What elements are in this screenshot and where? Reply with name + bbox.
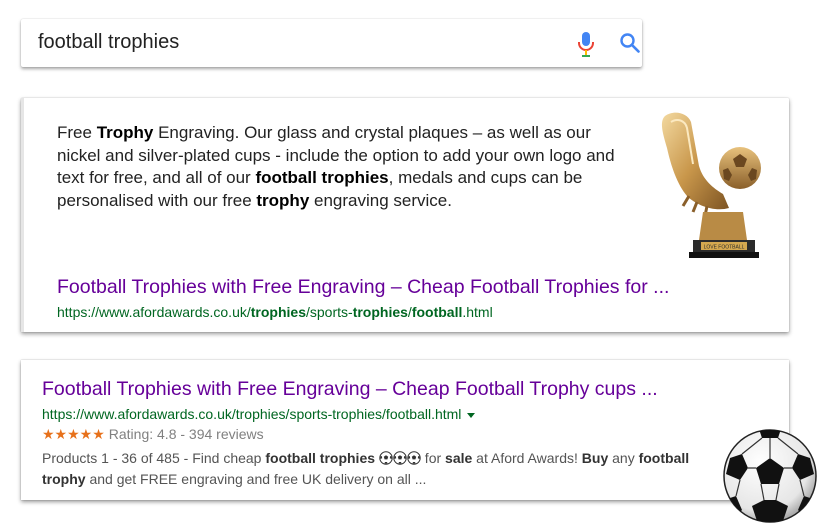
microphone-icon[interactable] <box>576 31 596 62</box>
organic-result-description: Products 1 - 36 of 485 - Find cheap foot… <box>42 448 732 490</box>
featured-result-url[interactable]: https://www.afordawards.co.uk/trophies/s… <box>57 304 493 320</box>
rating-text: Rating: 4.8 - 394 reviews <box>108 426 264 442</box>
snippet-highlight: Trophy <box>96 123 154 142</box>
desc-text: at Aford Awards! <box>472 450 582 466</box>
snippet-highlight: trophy <box>256 190 310 210</box>
rating-stars-icon: ★★★★★ <box>42 426 105 442</box>
trophy-image: LOVE FOOTBALL <box>643 108 763 273</box>
trophy-plaque-text: LOVE FOOTBALL <box>704 245 745 251</box>
snippet-text: engraving service. <box>309 190 452 210</box>
soccer-ball-icon <box>722 428 818 529</box>
desc-highlight: football trophies <box>265 450 376 466</box>
rating-row: ★★★★★ Rating: 4.8 - 394 reviews <box>42 426 264 443</box>
organic-result-url[interactable]: https://www.afordawards.co.uk/trophies/s… <box>42 406 461 422</box>
desc-text: for <box>420 450 446 466</box>
desc-text: and get FREE engraving and free UK deliv… <box>85 471 427 487</box>
url-text: /sports- <box>306 304 353 320</box>
featured-snippet: Free Trophy Engraving. Our glass and cry… <box>21 98 789 332</box>
url-highlight: trophies <box>250 304 306 320</box>
url-highlight: football <box>411 304 463 320</box>
search-icon[interactable] <box>618 31 642 60</box>
search-bar[interactable]: football trophies <box>21 19 642 67</box>
soccer-ball-icon <box>393 451 407 465</box>
organic-result-title-link[interactable]: Football Trophies with Free Engraving – … <box>42 378 658 401</box>
snippet-text: Free Trophy Engraving. Our glass and cry… <box>57 122 622 212</box>
soccer-ball-icon <box>379 451 393 465</box>
desc-highlight: Buy <box>581 450 609 466</box>
url-text: https://www.afordawards.co.uk/ <box>57 304 251 320</box>
desc-text: Products 1 - 36 of 485 - Find cheap <box>42 450 266 466</box>
snippet-highlight: football trophies <box>255 168 389 187</box>
organic-result-url-row: https://www.afordawards.co.uk/trophies/s… <box>42 406 476 422</box>
snippet-text: Free <box>57 123 97 142</box>
url-text: .html <box>462 304 493 320</box>
organic-result: Football Trophies with Free Engraving – … <box>21 360 789 500</box>
featured-result-title-link[interactable]: Football Trophies with Free Engraving – … <box>57 276 669 299</box>
desc-highlight: sale <box>445 450 473 466</box>
url-highlight: trophies <box>352 304 408 320</box>
chevron-down-icon[interactable] <box>467 412 476 418</box>
desc-text: any <box>608 450 639 466</box>
soccer-ball-icon <box>407 451 421 465</box>
search-input[interactable]: football trophies <box>38 31 179 54</box>
